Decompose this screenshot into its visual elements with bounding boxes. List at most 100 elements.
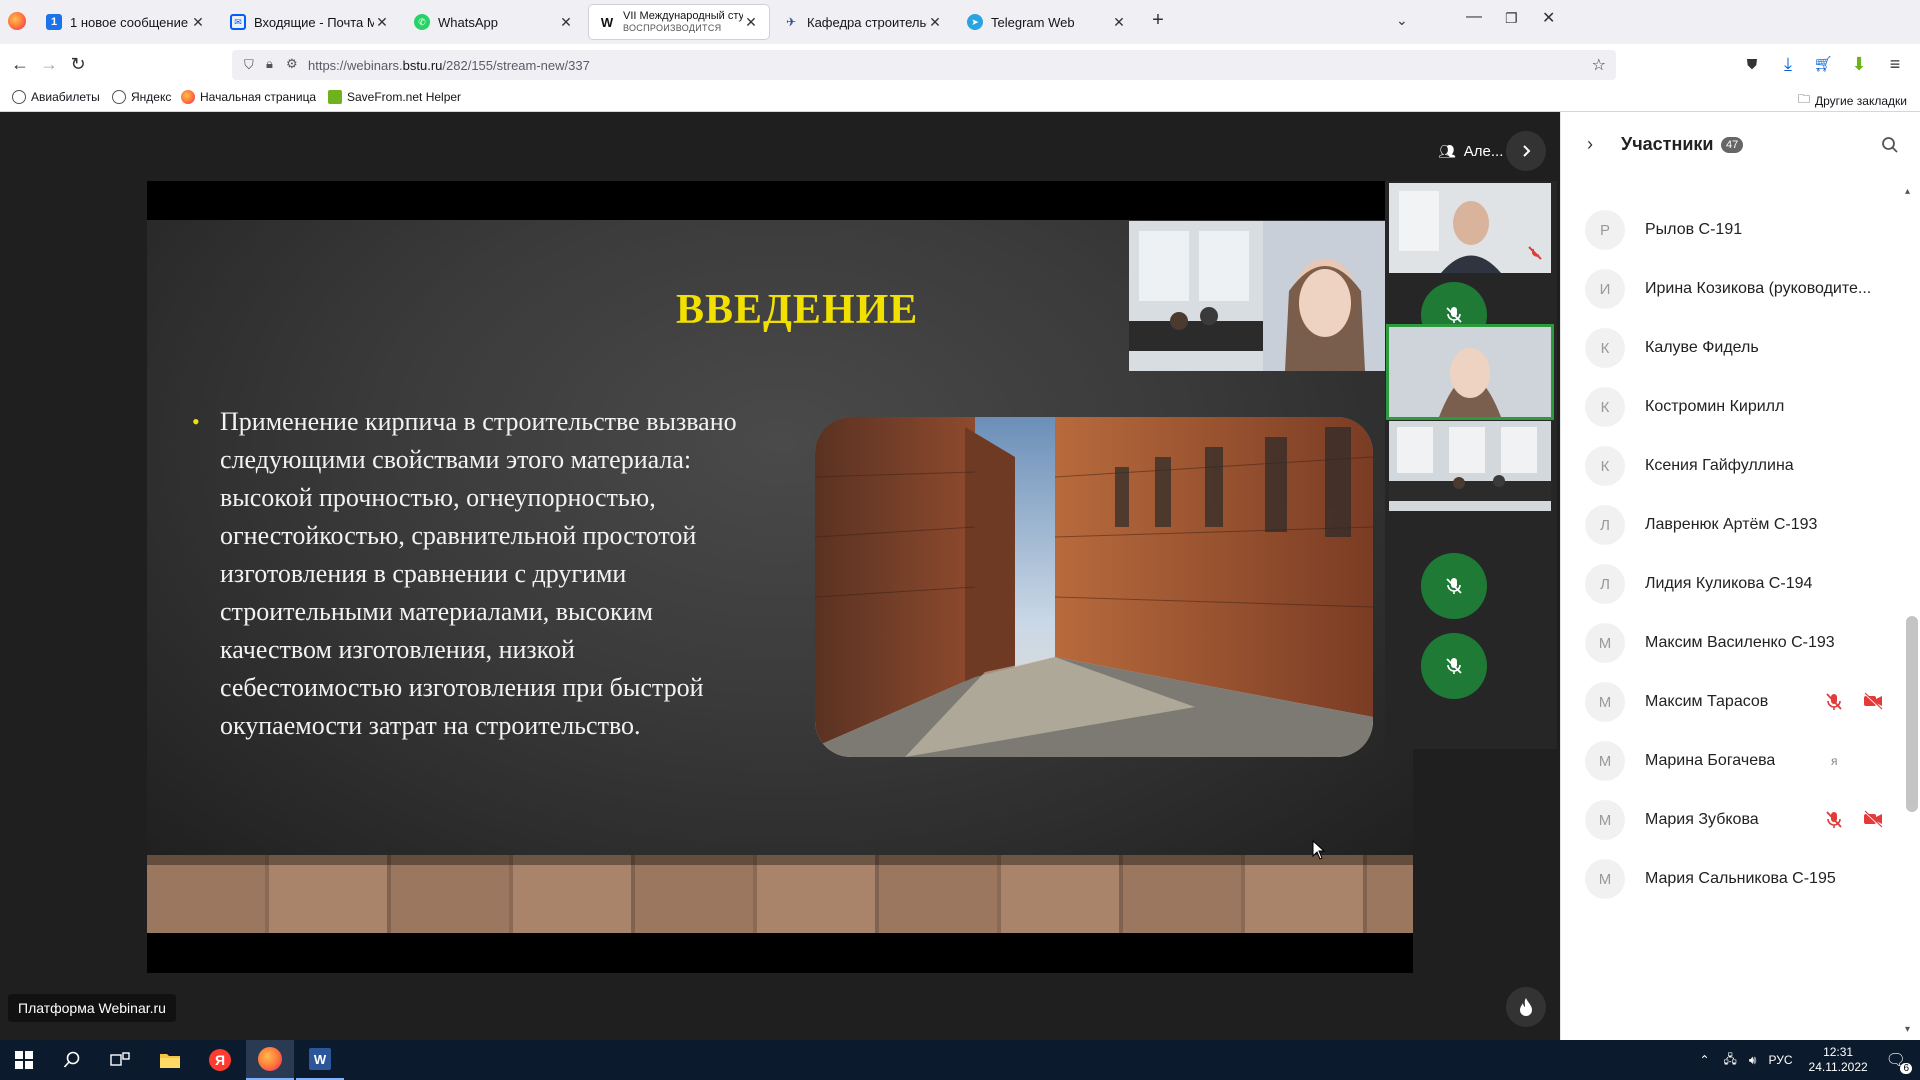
tab-list-icon[interactable]: ⌄ [1396,12,1408,29]
tab-webinar[interactable]: W VII Международный студенческ ВОСПРОИЗВ… [589,5,769,39]
participant-row[interactable]: К Костромин Кирилл [1561,379,1906,435]
platform-label: Платформа Webinar.ru [8,994,176,1022]
participants-title: Участники [1621,134,1714,154]
avatar: М [1585,682,1625,722]
bookmark-yandex[interactable]: Яндекс [112,90,171,104]
cart-icon[interactable]: 🛒︎ [1811,52,1835,76]
tab-title: VII Международный студенческ [623,10,743,22]
avatar: М [1585,741,1625,781]
tab-title: 1 новое сообщение [70,14,189,30]
scrollbar-thumb[interactable] [1906,616,1918,812]
close-tab-icon[interactable]: ✕ [743,14,759,31]
collapse-panel-icon[interactable]: › [1587,134,1593,155]
participant-row[interactable]: И Ирина Козикова (руководите... [1561,261,1906,317]
pocket-icon[interactable]: ⛊ [1740,52,1764,76]
clock[interactable]: 12:31 24.11.2022 [1809,1045,1868,1075]
brick-building-photo [815,417,1373,757]
mic-off-icon [1825,810,1843,830]
bookmark-home-page[interactable]: Начальная страница [181,90,316,104]
tab-bstu[interactable]: ✈ Кафедра строительства и горо ✕ [773,5,953,39]
participant-row[interactable]: М Максим Тарасов [1561,674,1906,730]
avatar: Р [1585,210,1625,250]
avatar: Л [1585,564,1625,604]
search-icon[interactable] [48,1040,96,1080]
permissions-icon[interactable]: ⚙ [286,56,298,72]
forward-button[interactable]: → [37,52,61,76]
back-button[interactable]: ← [8,52,32,76]
participant-name: Лидия Куликова С-194 [1645,575,1813,592]
mail-badge-icon: 1 [46,14,62,30]
participants-panel: › Участники 47 Р Рылов С-191 И Ирина Коз… [1560,112,1920,1040]
minimize-button[interactable]: — [1466,8,1482,26]
participant-row[interactable]: Л Лидия Куликова С-194 [1561,556,1906,612]
yandex-browser-icon[interactable]: Я [196,1040,244,1080]
participants-header: › Участники 47 [1561,112,1920,178]
tray-chevron-icon[interactable]: ⌃ [1699,1053,1709,1067]
clock-date: 24.11.2022 [1808,1060,1868,1074]
browser-nav-bar: ← → ↻ ⛉ 🔒︎ ⚙ https://webinars.bstu.ru/28… [0,44,1920,84]
new-tab-button[interactable]: + [1146,9,1170,33]
lock-icon[interactable]: 🔒︎ [266,56,273,72]
firefox-taskbar-icon[interactable] [246,1040,294,1080]
participant-row[interactable]: К Ксения Гайфуллина [1561,438,1906,494]
url-text: https://webinars.bstu.ru/282/155/stream-… [308,57,590,73]
participants-scrollbar[interactable]: ▴ ▾ [1903,178,1918,1040]
tab-telegram[interactable]: ➤ Telegram Web ✕ [957,5,1137,39]
tab-whatsapp[interactable]: ✆ WhatsApp ✕ [404,5,584,39]
participant-row[interactable]: М Мария Зубкова [1561,792,1906,848]
bookmark-aviabilety[interactable]: Авиабилеты [12,90,100,104]
volume-icon[interactable]: 🔊︎ [1749,1053,1757,1068]
participant-row-self[interactable]: М Марина Богачева я [1561,733,1906,789]
slide-bullet-text: Применение кирпича в строительстве вызва… [220,407,737,740]
download-icon[interactable]: ⤓ [1776,52,1800,76]
participant-video-tile-active[interactable] [1389,327,1551,417]
participant-video-tile[interactable] [1389,183,1551,273]
search-icon[interactable] [1881,136,1899,154]
close-tab-icon[interactable]: ✕ [927,14,943,31]
reload-button[interactable]: ↻ [66,52,90,76]
participant-video-tile[interactable] [1389,421,1551,511]
tab-mailru[interactable]: ✉ Входящие - Почта Mail.ru ✕ [220,5,400,39]
keyboard-language[interactable]: РУС [1768,1053,1792,1067]
speaker-chip[interactable]: 👥︎ Але... [1438,139,1503,163]
slide-floor [147,855,1413,933]
close-window-button[interactable]: ✕ [1542,8,1555,28]
firefox-icon[interactable] [8,12,26,30]
participant-row[interactable]: Л Лавренюк Артём С-193 [1561,497,1906,553]
savefrom-extension-icon[interactable]: ⬇ [1847,52,1871,76]
tab-mail-notification[interactable]: 1 1 новое сообщение ✕ [36,5,216,39]
shield-icon[interactable]: ⛉ [244,57,254,73]
notifications-icon[interactable]: 🗨︎ 6 [1886,1050,1912,1074]
scroll-up-icon[interactable]: ▴ [1905,186,1910,197]
restore-button[interactable]: ❐ [1505,10,1518,27]
participant-video-column [1385,181,1557,749]
close-tab-icon[interactable]: ✕ [190,14,206,31]
scroll-down-icon[interactable]: ▾ [1905,1024,1910,1035]
bookmark-star-icon[interactable]: ☆ [1592,55,1606,75]
flame-icon[interactable] [1506,987,1546,1027]
other-bookmarks[interactable]: 🗀 Другие закладки [1798,90,1907,111]
mic-off-tile[interactable] [1421,553,1487,619]
telegram-icon: ➤ [967,14,983,30]
chevron-right-icon[interactable] [1506,131,1546,171]
participant-row[interactable]: М Мария Сальникова С-195 [1561,851,1906,907]
mic-off-tile[interactable] [1421,633,1487,699]
close-tab-icon[interactable]: ✕ [374,14,390,31]
file-explorer-icon[interactable] [146,1040,194,1080]
participant-row[interactable]: М Максим Василенко С-193 [1561,615,1906,671]
network-icon[interactable]: 🖧︎ [1724,1050,1737,1071]
menu-icon[interactable]: ≡ [1883,52,1907,76]
participant-row[interactable]: Р Рылов С-191 [1561,202,1906,258]
participants-icon: 👥︎ [1438,142,1456,159]
bookmark-savefrom[interactable]: SaveFrom.net Helper [328,90,461,104]
windows-start-icon[interactable] [0,1040,48,1080]
camera-off-icon [1863,810,1883,828]
word-icon[interactable]: W [296,1040,344,1080]
mailru-icon: ✉ [230,14,246,30]
task-view-icon[interactable] [96,1040,144,1080]
participant-row[interactable]: К Калуве Фидель [1561,320,1906,376]
close-tab-icon[interactable]: ✕ [1111,14,1127,31]
close-tab-icon[interactable]: ✕ [558,14,574,31]
participant-name: Мария Зубкова [1645,811,1759,828]
address-bar[interactable]: ⛉ 🔒︎ ⚙ https://webinars.bstu.ru/282/155/… [232,50,1616,80]
